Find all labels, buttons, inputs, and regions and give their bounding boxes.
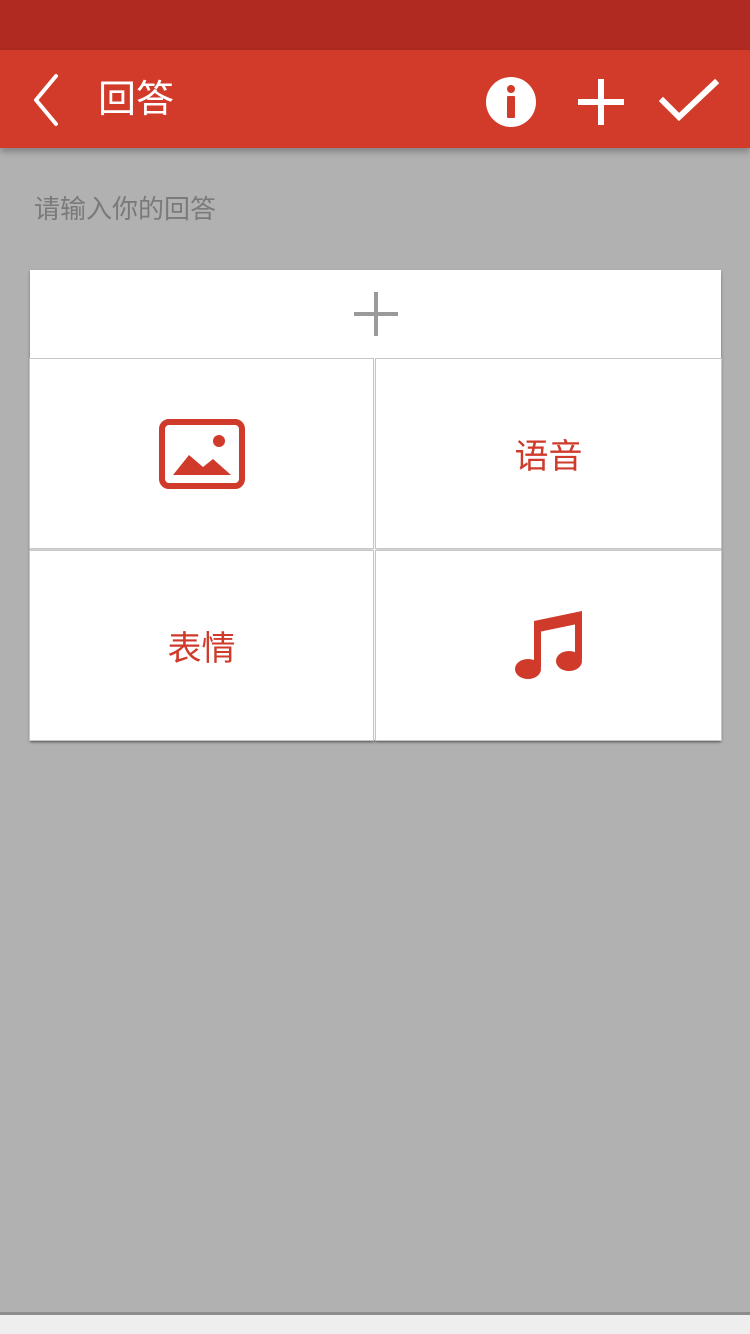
chevron-left-icon [34,74,58,126]
info-icon [486,77,536,127]
image-icon [158,418,245,489]
voice-option-label: 语音 [514,437,583,477]
page-title: 回答 [98,77,175,121]
app-toolbar: 回答 [0,50,750,148]
add-button[interactable] [571,72,631,132]
confirm-button[interactable] [659,72,719,132]
check-icon [659,78,719,122]
back-button[interactable] [18,68,78,132]
plus-icon [353,292,398,336]
music-note-icon [514,610,582,679]
status-bar [0,0,750,50]
emoji-option-label: 表情 [167,629,236,669]
bottom-edge [0,1312,750,1334]
image-option[interactable] [30,359,373,548]
attachment-panel: 语音 表情 [30,270,721,740]
answer-input[interactable]: 请输入你的回答 [34,190,216,230]
emoji-option[interactable]: 表情 [30,551,373,740]
voice-option[interactable]: 语音 [376,359,721,548]
music-option[interactable] [376,551,721,740]
add-attachment-button[interactable] [30,270,721,358]
info-button[interactable] [481,72,541,132]
plus-icon [578,79,624,125]
